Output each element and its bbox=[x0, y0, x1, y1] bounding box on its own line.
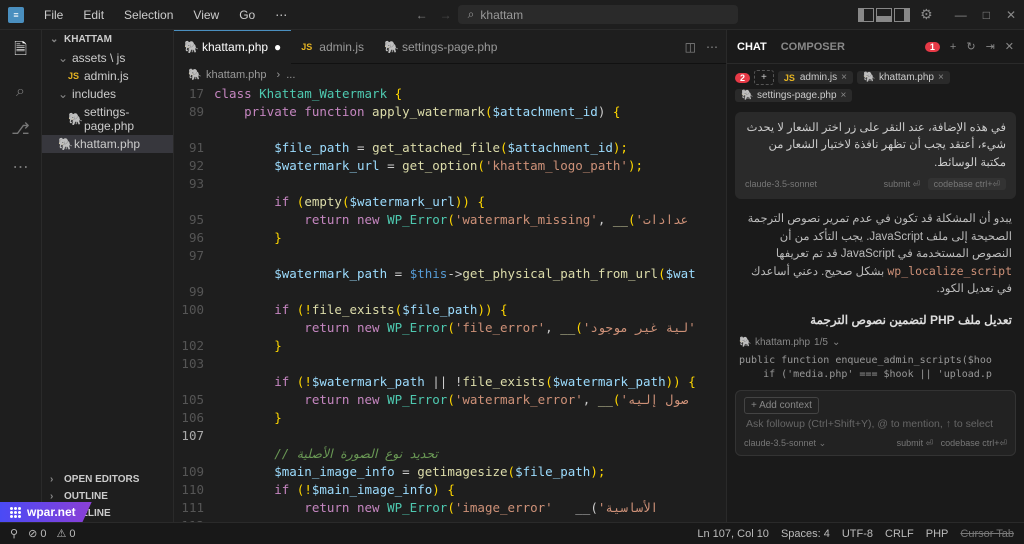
chip-close-icon[interactable]: × bbox=[938, 72, 944, 83]
tab-admin[interactable]: JSadmin.js bbox=[291, 30, 374, 64]
gear-icon[interactable]: ⚙ bbox=[920, 6, 933, 23]
command-search[interactable]: ⌕ khattam bbox=[458, 5, 738, 24]
folder-assets-js[interactable]: ⌄assets \ js bbox=[42, 49, 173, 67]
explorer-icon[interactable]: 🗎 bbox=[14, 38, 27, 65]
new-chat-icon[interactable]: + bbox=[950, 41, 956, 53]
dock-icon[interactable]: ⇥ bbox=[986, 40, 995, 53]
editor-tabs: 🐘khattam.php● JSadmin.js 🐘settings-page.… bbox=[174, 30, 726, 64]
layout-left-icon[interactable] bbox=[858, 8, 874, 22]
nav-back[interactable]: ← bbox=[416, 8, 428, 22]
watermark: wpar.net bbox=[0, 502, 92, 522]
codebase2-button[interactable]: codebase ctrl+⏎ bbox=[941, 438, 1007, 448]
menu-go[interactable]: Go bbox=[231, 6, 263, 24]
remote-icon[interactable]: ⚲ bbox=[10, 527, 18, 540]
maximize-icon[interactable]: □ bbox=[983, 8, 990, 22]
chip-khattam[interactable]: 🐘khattam.php× bbox=[857, 71, 950, 84]
tab-khattam[interactable]: 🐘khattam.php● bbox=[174, 30, 291, 64]
menu-selection[interactable]: Selection bbox=[116, 6, 181, 24]
chip-close-icon[interactable]: × bbox=[841, 90, 847, 101]
search-text: khattam bbox=[480, 8, 523, 22]
chat-close-icon[interactable]: ✕ bbox=[1005, 40, 1014, 53]
search-activity-icon[interactable]: ⌕ bbox=[16, 83, 25, 101]
language[interactable]: PHP bbox=[926, 528, 949, 540]
sidebar-root[interactable]: ⌄KHATTAM bbox=[42, 30, 173, 49]
badge-1: 1 bbox=[925, 42, 940, 52]
minimize-icon[interactable]: ― bbox=[955, 8, 967, 22]
menu-edit[interactable]: Edit bbox=[75, 6, 112, 24]
chip-settings[interactable]: 🐘settings-page.php× bbox=[735, 89, 852, 102]
chat-input[interactable]: + Add context Ask followup (Ctrl+Shift+Y… bbox=[735, 390, 1016, 456]
codebase-button[interactable]: codebase ctrl+⏎ bbox=[928, 178, 1006, 190]
app-logo: ≡ bbox=[8, 7, 24, 23]
model-select[interactable]: claude-3.5-sonnet ⌄ bbox=[744, 438, 826, 449]
error-icon[interactable]: ⊘ 0 bbox=[28, 527, 46, 540]
cursor-tab[interactable]: Cursor Tab bbox=[960, 528, 1014, 540]
add-context-button[interactable]: + Add context bbox=[744, 397, 819, 414]
tab-more-icon[interactable]: ⋯ bbox=[706, 40, 718, 54]
activity-bar: 🗎 ⌕ ⎇ ⋯ bbox=[0, 30, 42, 522]
sidebar: ⌄KHATTAM ⌄assets \ js JSadmin.js ⌄includ… bbox=[42, 30, 174, 522]
tab-chat[interactable]: CHAT bbox=[737, 41, 767, 53]
file-settings-page[interactable]: 🐘settings-page.php bbox=[42, 103, 173, 135]
menu-more[interactable]: ⋯ bbox=[267, 6, 295, 24]
tab-composer[interactable]: COMPOSER bbox=[781, 41, 845, 53]
layout-bottom-icon[interactable] bbox=[876, 8, 892, 22]
file-admin-js[interactable]: JSadmin.js bbox=[42, 67, 173, 85]
submit-button[interactable]: submit bbox=[884, 179, 911, 189]
section-title: تعديل ملف PHP لتضمين نصوص الترجمة bbox=[727, 307, 1024, 333]
statusbar: ⚲ ⊘ 0 ⚠ 0 Ln 107, Col 10 Spaces: 4 UTF-8… bbox=[0, 522, 1024, 544]
eol[interactable]: CRLF bbox=[885, 528, 914, 540]
layout-right-icon[interactable] bbox=[894, 8, 910, 22]
encoding[interactable]: UTF-8 bbox=[842, 528, 873, 540]
file-ref[interactable]: 🐘khattam.php1/5⌄ bbox=[739, 337, 1012, 348]
source-control-icon[interactable]: ⎇ bbox=[11, 119, 29, 139]
more-activity-icon[interactable]: ⋯ bbox=[13, 157, 29, 177]
section-open-editors[interactable]: ›OPEN EDITORS bbox=[42, 471, 173, 488]
user-message: في هذه الإضافة، عند النقر على زر اختر ال… bbox=[735, 112, 1016, 199]
assistant-message: يبدو أن المشكلة قد تكون في عدم تمرير نصو… bbox=[727, 203, 1024, 306]
badge-2: 2 bbox=[735, 73, 750, 83]
menu-bar: File Edit Selection View Go ⋯ bbox=[36, 6, 295, 24]
indent[interactable]: Spaces: 4 bbox=[781, 528, 830, 540]
submit2-button[interactable]: submit bbox=[897, 438, 924, 448]
tab-settings[interactable]: 🐘settings-page.php bbox=[374, 30, 507, 64]
dot-icon: ● bbox=[274, 40, 281, 54]
model-label[interactable]: claude-3.5-sonnet bbox=[745, 178, 817, 192]
cursor-position[interactable]: Ln 107, Col 10 bbox=[697, 528, 769, 540]
chip-close-icon[interactable]: × bbox=[841, 72, 847, 83]
editor: 🐘khattam.php● JSadmin.js 🐘settings-page.… bbox=[174, 30, 726, 522]
history-icon[interactable]: ↻ bbox=[966, 40, 975, 53]
file-khattam-php[interactable]: 🐘khattam.php bbox=[42, 135, 173, 153]
search-icon: ⌕ bbox=[468, 7, 475, 22]
menu-file[interactable]: File bbox=[36, 6, 71, 24]
chat-panel: CHAT COMPOSER 1 + ↻ ⇥ ✕ 2 + JSadmin.js× … bbox=[726, 30, 1024, 522]
code-area[interactable]: 1789 919293 959697 99100 102103 10510610… bbox=[174, 85, 726, 522]
folder-includes[interactable]: ⌄includes bbox=[42, 85, 173, 103]
followup-placeholder: Ask followup (Ctrl+Shift+Y), @ to mentio… bbox=[744, 414, 1007, 434]
add-file-chip[interactable]: + bbox=[754, 70, 774, 85]
titlebar: ≡ File Edit Selection View Go ⋯ ← → ⌕ kh… bbox=[0, 0, 1024, 30]
breadcrumb[interactable]: 🐘khattam.php› ... bbox=[174, 64, 726, 85]
menu-view[interactable]: View bbox=[185, 6, 227, 24]
warning-icon[interactable]: ⚠ 0 bbox=[56, 527, 75, 540]
close-icon[interactable]: ✕ bbox=[1006, 8, 1016, 22]
split-icon[interactable]: ◫ bbox=[685, 40, 696, 54]
chip-admin[interactable]: JSadmin.js× bbox=[778, 71, 853, 84]
code-snippet: public function enqueue_admin_scripts($h… bbox=[739, 354, 1012, 382]
nav-forward[interactable]: → bbox=[440, 8, 452, 22]
